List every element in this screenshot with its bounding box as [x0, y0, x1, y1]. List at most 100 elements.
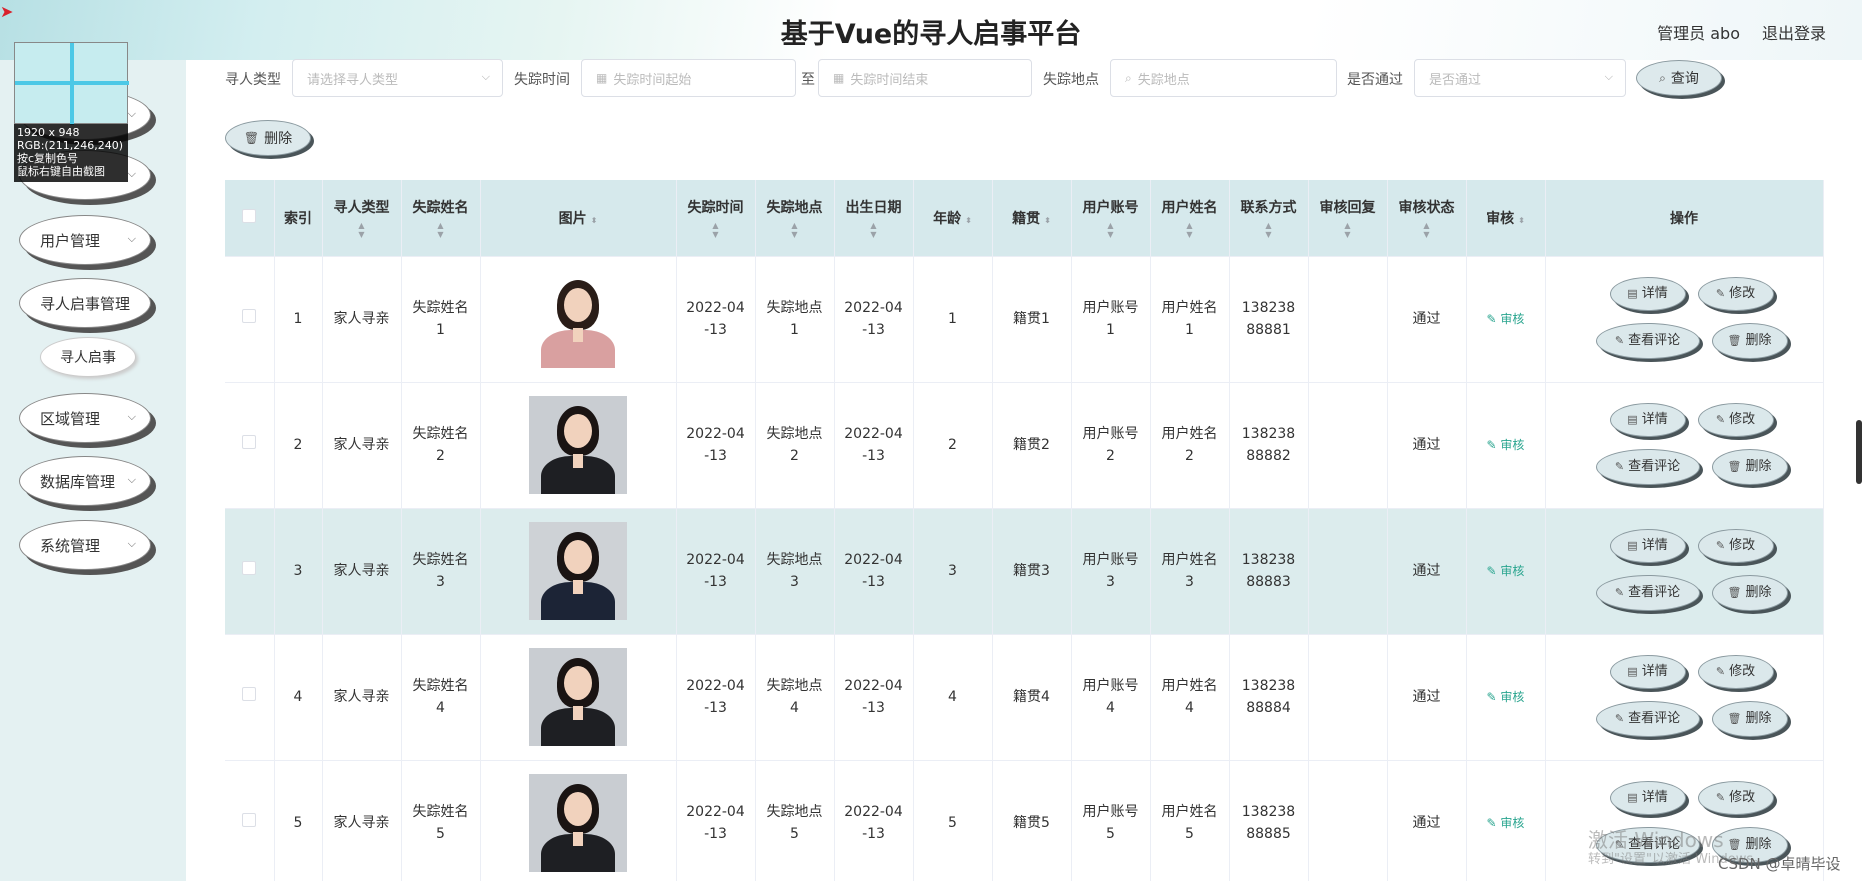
col-account[interactable]: 用户账号 ▲ ▼: [1071, 180, 1151, 257]
sidebar-subitem-notice[interactable]: 寻人启事: [40, 337, 136, 377]
view-comments-button[interactable]: ✎ 查看评论: [1595, 700, 1700, 737]
document-icon: ▤: [1627, 286, 1638, 300]
col-name[interactable]: 失踪姓名 ▲ ▼: [401, 180, 481, 257]
detail-button[interactable]: ▤ 详情: [1609, 402, 1686, 437]
row-select-cell[interactable]: [225, 634, 275, 761]
row-select-cell[interactable]: [225, 256, 275, 383]
edit-button[interactable]: ✎ 修改: [1697, 654, 1774, 689]
sort-icon[interactable]: ⬍: [965, 216, 972, 225]
cell-reply: [1308, 256, 1388, 383]
row-checkbox[interactable]: [242, 309, 257, 323]
sort-icon[interactable]: ▲ ▼: [1072, 221, 1150, 239]
sort-icon[interactable]: ▲ ▼: [323, 221, 401, 239]
audit-link[interactable]: ✎ 审核: [1487, 438, 1525, 452]
col-reply[interactable]: 审核回复 ▲ ▼: [1308, 180, 1388, 257]
col-birth[interactable]: 出生日期 ▲ ▼: [834, 180, 914, 257]
sidebar-item-notice-management[interactable]: 寻人启事管理: [19, 278, 151, 328]
table-row: 1 家人寻亲 失踪姓名1 2022-04-13 失踪地点1 2022-04-13 1 籍贯1 用…: [225, 256, 1824, 383]
sidebar-item-system-management[interactable]: 系统管理 ⌵: [19, 520, 151, 570]
logout-link[interactable]: 退出登录: [1762, 20, 1826, 44]
sort-icon[interactable]: ▲ ▼: [756, 221, 834, 239]
sort-icon[interactable]: ▲ ▼: [402, 221, 480, 239]
cell-reply: [1308, 382, 1388, 509]
view-comments-button[interactable]: ✎ 查看评论: [1595, 574, 1700, 611]
select-all-checkbox[interactable]: [242, 208, 257, 223]
chevron-down-icon: ⌵: [1604, 70, 1613, 83]
page-scrollbar[interactable]: [1856, 420, 1862, 484]
col-age[interactable]: 年龄 ⬍: [913, 180, 993, 257]
cell-time: 2022-04-13: [676, 256, 756, 383]
col-phone[interactable]: 联系方式 ▲ ▼: [1229, 180, 1309, 257]
sort-icon[interactable]: ▲ ▼: [1151, 221, 1229, 239]
cell-audit: ✎ 审核: [1466, 256, 1546, 383]
sort-icon[interactable]: ⬍: [591, 216, 598, 225]
col-status[interactable]: 审核状态 ▲ ▼: [1387, 180, 1467, 257]
sort-icon[interactable]: ▲ ▼: [835, 221, 913, 239]
delete-button[interactable]: 🗑 删除: [1711, 574, 1788, 611]
table-row: 2 家人寻亲 失踪姓名2 2022-04-13 失踪地点2 2022-04-13 2 籍贯2 用…: [225, 382, 1824, 509]
cell-audit: ✎ 审核: [1466, 634, 1546, 761]
sort-icon[interactable]: ⬍: [1044, 216, 1051, 225]
row-checkbox[interactable]: [242, 813, 257, 827]
edit-button[interactable]: ✎ 修改: [1697, 528, 1774, 563]
col-time[interactable]: 失踪时间 ▲ ▼: [676, 180, 756, 257]
edit-button[interactable]: ✎ 修改: [1697, 780, 1774, 815]
sort-icon[interactable]: ▲ ▼: [1388, 221, 1466, 239]
audit-link[interactable]: ✎ 审核: [1487, 690, 1525, 704]
audit-link[interactable]: ✎ 审核: [1487, 816, 1525, 830]
col-uname[interactable]: 用户姓名 ▲ ▼: [1150, 180, 1230, 257]
row-select-cell[interactable]: [225, 508, 275, 635]
cell-index: 2: [274, 382, 323, 509]
cell-type: 家人寻亲: [322, 634, 402, 761]
sort-icon[interactable]: ▲ ▼: [1309, 221, 1387, 239]
sort-icon[interactable]: ▲ ▼: [677, 221, 755, 239]
delete-button[interactable]: 🗑 删除: [1711, 700, 1788, 737]
sidebar: ⌵ ⌵ 用户管理 ⌵ 寻人启事管理 寻人启事 区域管理 ⌵ 数据库管理 ⌵ 系统管理 ⌵: [0, 60, 186, 881]
col-origin[interactable]: 籍贯 ⬍: [992, 180, 1072, 257]
view-comments-button[interactable]: ✎ 查看评论: [1595, 448, 1700, 485]
cell-status: 通过: [1387, 508, 1467, 635]
delete-button[interactable]: 🗑 删除: [1711, 322, 1788, 359]
sidebar-item-region-management[interactable]: 区域管理 ⌵: [19, 393, 151, 443]
audit-link[interactable]: ✎ 审核: [1487, 564, 1525, 578]
cell-age: 5: [913, 760, 993, 881]
col-place[interactable]: 失踪地点 ▲ ▼: [755, 180, 835, 257]
time-end-input[interactable]: ▦ 失踪时间结束: [818, 59, 1032, 97]
col-type[interactable]: 寻人类型 ▲ ▼: [322, 180, 402, 257]
edit-button[interactable]: ✎ 修改: [1697, 402, 1774, 437]
edit-button[interactable]: ✎ 修改: [1697, 276, 1774, 311]
type-select[interactable]: 请选择寻人类型 ⌵: [292, 59, 503, 97]
place-search-input[interactable]: ⌕ 失踪地点: [1110, 59, 1337, 97]
trash-icon: 🗑: [1727, 585, 1742, 599]
row-select-cell[interactable]: [225, 382, 275, 509]
cell-place: 失踪地点2: [755, 382, 835, 509]
sidebar-item-user-management[interactable]: 用户管理 ⌵: [19, 215, 151, 265]
view-comments-button[interactable]: ✎ 查看评论: [1595, 322, 1700, 359]
detail-button[interactable]: ▤ 详情: [1609, 528, 1686, 563]
sort-icon[interactable]: ⬍: [1518, 216, 1525, 225]
col-index: 索引: [274, 180, 323, 257]
detail-button[interactable]: ▤ 详情: [1609, 654, 1686, 689]
batch-delete-button[interactable]: 🗑 删除: [225, 120, 311, 156]
row-select-cell[interactable]: [225, 760, 275, 881]
select-all-cell[interactable]: [225, 180, 275, 257]
sidebar-item-database-management[interactable]: 数据库管理 ⌵: [19, 456, 151, 506]
portrait-photo: [529, 774, 627, 872]
delete-button[interactable]: 🗑 删除: [1711, 448, 1788, 485]
col-audit[interactable]: 审核 ⬍: [1466, 180, 1546, 257]
detail-button[interactable]: ▤ 详情: [1609, 276, 1686, 311]
chevron-down-icon: ⌵: [127, 107, 136, 120]
place-search-placeholder: 失踪地点: [1137, 72, 1190, 88]
query-button[interactable]: ⌕ 查询: [1636, 60, 1722, 96]
row-checkbox[interactable]: [242, 435, 257, 449]
sort-icon[interactable]: ▲ ▼: [1230, 221, 1308, 239]
col-photo[interactable]: 图片 ⬍: [480, 180, 677, 257]
row-checkbox[interactable]: [242, 687, 257, 701]
cell-index: 5: [274, 760, 323, 881]
audit-link[interactable]: ✎ 审核: [1487, 312, 1525, 326]
detail-button[interactable]: ▤ 详情: [1609, 780, 1686, 815]
time-start-input[interactable]: ▦ 失踪时间起始: [581, 59, 796, 97]
pass-select[interactable]: 是否通过 ⌵: [1414, 59, 1626, 97]
admin-user: 管理员 abo: [1657, 24, 1740, 43]
row-checkbox[interactable]: [242, 561, 257, 575]
